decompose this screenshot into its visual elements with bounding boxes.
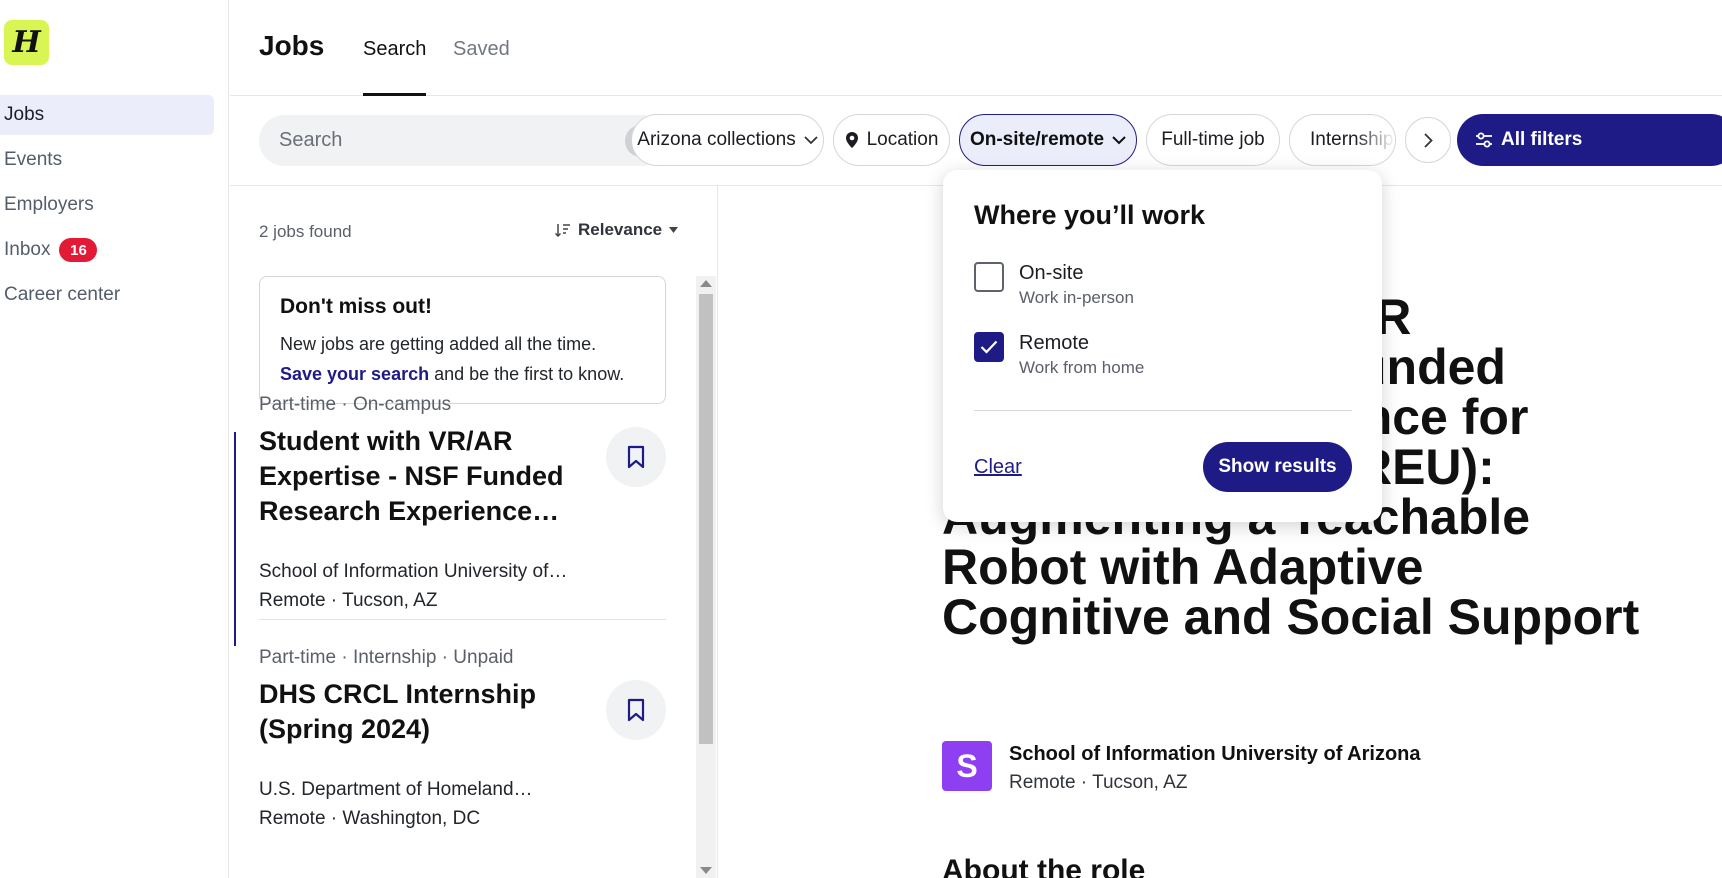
filter-label: Full-time job bbox=[1161, 129, 1265, 150]
tab-saved[interactable]: Saved bbox=[453, 38, 510, 96]
promo-line1: New jobs are getting added all the time. bbox=[280, 334, 597, 354]
filter-onsite-remote[interactable]: On-site/remote bbox=[959, 114, 1137, 166]
clear-button[interactable]: Clear bbox=[974, 456, 1022, 479]
scroll-up-arrow[interactable] bbox=[700, 280, 712, 287]
all-filters-label: All filters bbox=[1501, 129, 1583, 150]
handshake-logo[interactable]: H bbox=[4, 20, 49, 65]
chevron-right-icon bbox=[1423, 132, 1433, 148]
all-filters-button[interactable]: All filters bbox=[1457, 114, 1722, 166]
tab-search[interactable]: Search bbox=[363, 38, 427, 96]
fade-overlay bbox=[1355, 115, 1395, 165]
job-title[interactable]: Student with VR/AR Expertise - NSF Funde… bbox=[259, 424, 589, 529]
caret-down-icon bbox=[669, 227, 679, 233]
promo-line2-text: and be the first to know. bbox=[429, 364, 625, 384]
job-card[interactable]: Part-time · Internship · Unpaid DHS CRCL… bbox=[259, 647, 666, 833]
option-label: On-site bbox=[1019, 262, 1084, 284]
show-results-button[interactable]: Show results bbox=[1203, 442, 1352, 492]
list-divider bbox=[259, 619, 666, 620]
sidebar: H Jobs Events Employers Inbox 16 Career c… bbox=[0, 0, 229, 878]
onsite-checkbox[interactable] bbox=[974, 262, 1004, 292]
option-sublabel: Work from home bbox=[1019, 358, 1145, 377]
job-meta: Part-time · On-campus bbox=[259, 394, 452, 415]
selected-indicator bbox=[234, 432, 236, 646]
option-onsite[interactable]: On-site Work in-person bbox=[974, 260, 1134, 310]
option-remote[interactable]: Remote Work from home bbox=[974, 330, 1144, 380]
bookmark-icon bbox=[627, 445, 645, 469]
sidebar-item-jobs[interactable]: Jobs bbox=[0, 95, 214, 135]
about-heading: About the role bbox=[942, 854, 1146, 878]
employer-location: Remote · Tucson, AZ bbox=[1009, 772, 1188, 793]
page-header: Jobs Search Saved bbox=[230, 0, 1722, 96]
chevron-down-icon bbox=[1112, 135, 1126, 144]
bookmark-button[interactable] bbox=[606, 427, 666, 487]
checkmark-icon bbox=[980, 340, 998, 354]
job-meta: Part-time · Internship · Unpaid bbox=[259, 647, 514, 668]
filter-full-time-job[interactable]: Full-time job bbox=[1146, 114, 1280, 166]
sidebar-item-label: Events bbox=[4, 149, 63, 170]
results-scrollbar[interactable] bbox=[696, 276, 716, 878]
results-count: 2 jobs found bbox=[259, 222, 352, 241]
bookmark-button[interactable] bbox=[606, 680, 666, 740]
employer-logo[interactable]: S bbox=[942, 741, 992, 791]
sliders-icon bbox=[1476, 132, 1492, 148]
promo-line2: Save your search and be the first to kno… bbox=[280, 359, 645, 389]
save-search-link[interactable]: Save your search bbox=[280, 364, 429, 384]
logo-letter: H bbox=[12, 25, 41, 60]
filter-location[interactable]: Location bbox=[833, 114, 950, 166]
map-pin-icon bbox=[845, 132, 858, 148]
job-employer: School of Information University of… bbox=[259, 561, 568, 582]
results-panel: 2 jobs found Relevance Don't miss out! N… bbox=[230, 186, 718, 878]
option-sublabel: Work in-person bbox=[1019, 288, 1134, 307]
sidebar-item-events[interactable]: Events bbox=[0, 140, 214, 180]
filter-internship[interactable]: Internship bbox=[1289, 114, 1396, 166]
sidebar-item-label: Employers bbox=[4, 194, 94, 215]
save-search-promo: Don't miss out! New jobs are getting add… bbox=[259, 276, 666, 404]
filter-arizona-collections[interactable]: Arizona collections bbox=[631, 114, 824, 166]
job-location: Remote · Washington, DC bbox=[259, 808, 481, 829]
sort-dropdown[interactable]: Relevance bbox=[555, 220, 679, 240]
filter-label: On-site/remote bbox=[969, 129, 1105, 150]
filter-label: Location bbox=[866, 129, 939, 150]
page-title: Jobs bbox=[259, 30, 325, 61]
filter-label: Arizona collections bbox=[637, 129, 796, 150]
scroll-filters-right-button[interactable] bbox=[1405, 117, 1451, 163]
bookmark-icon bbox=[627, 698, 645, 722]
sort-icon bbox=[555, 224, 570, 237]
scroll-down-arrow[interactable] bbox=[700, 867, 712, 874]
option-label: Remote bbox=[1019, 332, 1090, 354]
sidebar-item-career-center[interactable]: Career center bbox=[0, 275, 214, 315]
sidebar-item-inbox[interactable]: Inbox 16 bbox=[0, 230, 214, 270]
job-card[interactable]: Part-time · On-campus Student with VR/AR… bbox=[259, 394, 666, 615]
popover-title: Where you’ll work bbox=[974, 200, 1206, 230]
search-input[interactable] bbox=[279, 129, 609, 152]
job-employer: U.S. Department of Homeland… bbox=[259, 779, 533, 800]
sidebar-item-label: Jobs bbox=[4, 104, 45, 125]
sidebar-item-label: Career center bbox=[4, 284, 121, 305]
popover-divider bbox=[974, 410, 1352, 411]
sidebar-nav: Jobs Events Employers Inbox 16 Career cen… bbox=[0, 95, 214, 320]
search-box bbox=[259, 115, 667, 166]
employer-name[interactable]: School of Information University of Ariz… bbox=[1009, 743, 1421, 766]
sidebar-item-label: Inbox bbox=[4, 239, 51, 260]
promo-title: Don't miss out! bbox=[280, 295, 432, 318]
job-location: Remote · Tucson, AZ bbox=[259, 590, 438, 611]
scrollbar-thumb[interactable] bbox=[699, 294, 713, 744]
chevron-down-icon bbox=[804, 135, 818, 144]
remote-checkbox[interactable] bbox=[974, 332, 1004, 362]
sidebar-item-employers[interactable]: Employers bbox=[0, 185, 214, 225]
inbox-count-badge: 16 bbox=[59, 238, 98, 262]
sort-label: Relevance bbox=[578, 220, 663, 239]
work-location-popover: Where you’ll work On-site Work in-person… bbox=[943, 170, 1382, 522]
job-title[interactable]: DHS CRCL Internship (Spring 2024) bbox=[259, 677, 549, 747]
